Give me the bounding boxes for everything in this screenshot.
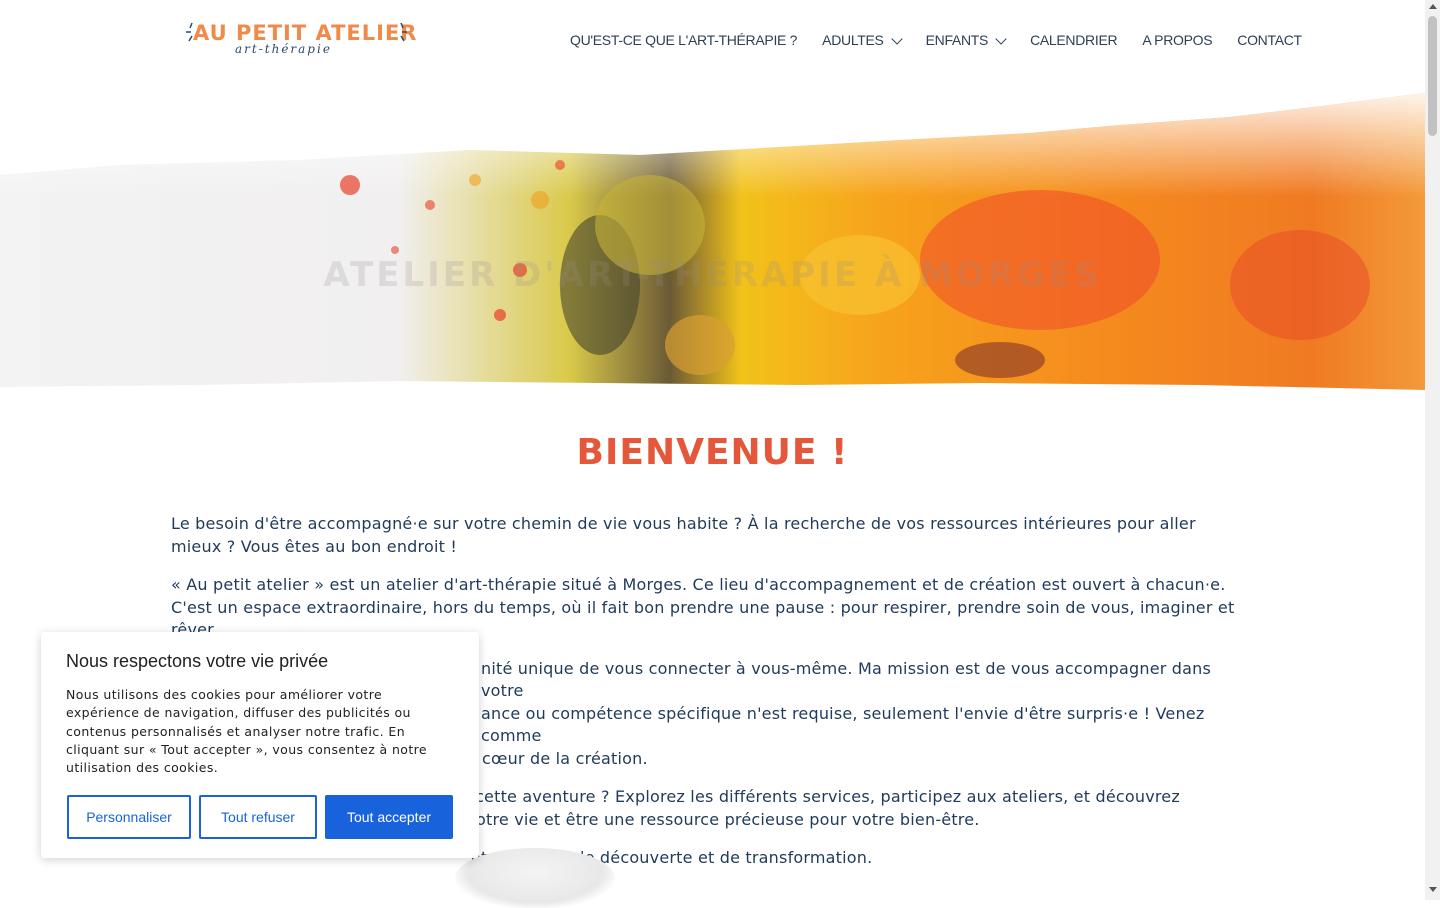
nav-item-calendrier[interactable]: CALENDRIER bbox=[1030, 30, 1118, 50]
customize-button[interactable]: Personnaliser bbox=[67, 795, 191, 839]
logo-spark-right-icon bbox=[400, 22, 407, 42]
nav-item-adultes[interactable]: ADULTES bbox=[822, 30, 903, 50]
nav-item-label: A PROPOS bbox=[1142, 32, 1213, 48]
logo-sub-text: art-thérapie bbox=[235, 42, 332, 56]
nav-item-contact[interactable]: CONTACT bbox=[1237, 30, 1302, 50]
cookie-description: Nous utilisons des cookies pour améliore… bbox=[66, 687, 427, 776]
scroll-down-arrow-icon[interactable] bbox=[1429, 887, 1437, 892]
nav-item-art-therapie[interactable]: QU'EST-CE QUE L'ART-THÉRAPIE ? bbox=[570, 30, 797, 50]
chevron-down-icon bbox=[995, 32, 1007, 45]
main-nav: QU'EST-CE QUE L'ART-THÉRAPIE ? ADULTES E… bbox=[570, 30, 1302, 50]
nav-item-enfants[interactable]: ENFANTS bbox=[925, 30, 1007, 50]
decorative-image bbox=[455, 848, 615, 908]
hero-paint-image bbox=[0, 93, 1425, 390]
scroll-up-arrow-icon[interactable] bbox=[1429, 4, 1437, 9]
chevron-down-icon bbox=[890, 32, 903, 45]
page-scrollbar[interactable] bbox=[1425, 0, 1440, 900]
welcome-heading: BIENVENUE ! bbox=[576, 432, 849, 473]
cookie-title: Nous respectons votre vie privée bbox=[66, 651, 329, 671]
nav-item-label: ENFANTS bbox=[925, 32, 989, 48]
nav-item-label: ADULTES bbox=[822, 32, 884, 48]
intro-paragraph: Le besoin d'être accompagné·e sur votre … bbox=[171, 514, 1196, 556]
hero-title: ATELIER D'ART-THÉRAPIE À MORGES bbox=[323, 255, 1102, 295]
site-logo[interactable]: AU PETIT ATELIER art-thérapie bbox=[185, 18, 416, 62]
nav-item-label: CONTACT bbox=[1237, 32, 1302, 48]
scrollbar-thumb[interactable] bbox=[1428, 16, 1437, 136]
reject-all-button[interactable]: Tout refuser bbox=[199, 795, 317, 839]
nav-item-a-propos[interactable]: A PROPOS bbox=[1142, 30, 1212, 50]
nav-item-label: CALENDRIER bbox=[1030, 32, 1118, 48]
hero-banner: ATELIER D'ART-THÉRAPIE À MORGES bbox=[0, 85, 1425, 395]
accept-all-button[interactable]: Tout accepter bbox=[325, 795, 453, 839]
cookie-consent-banner: Nous respectons votre vie privée Nous ut… bbox=[41, 632, 479, 858]
nav-item-label: QU'EST-CE QUE L'ART-THÉRAPIE ? bbox=[570, 32, 798, 48]
site-header: AU PETIT ATELIER art-thérapie QU'EST-CE … bbox=[0, 0, 1425, 80]
